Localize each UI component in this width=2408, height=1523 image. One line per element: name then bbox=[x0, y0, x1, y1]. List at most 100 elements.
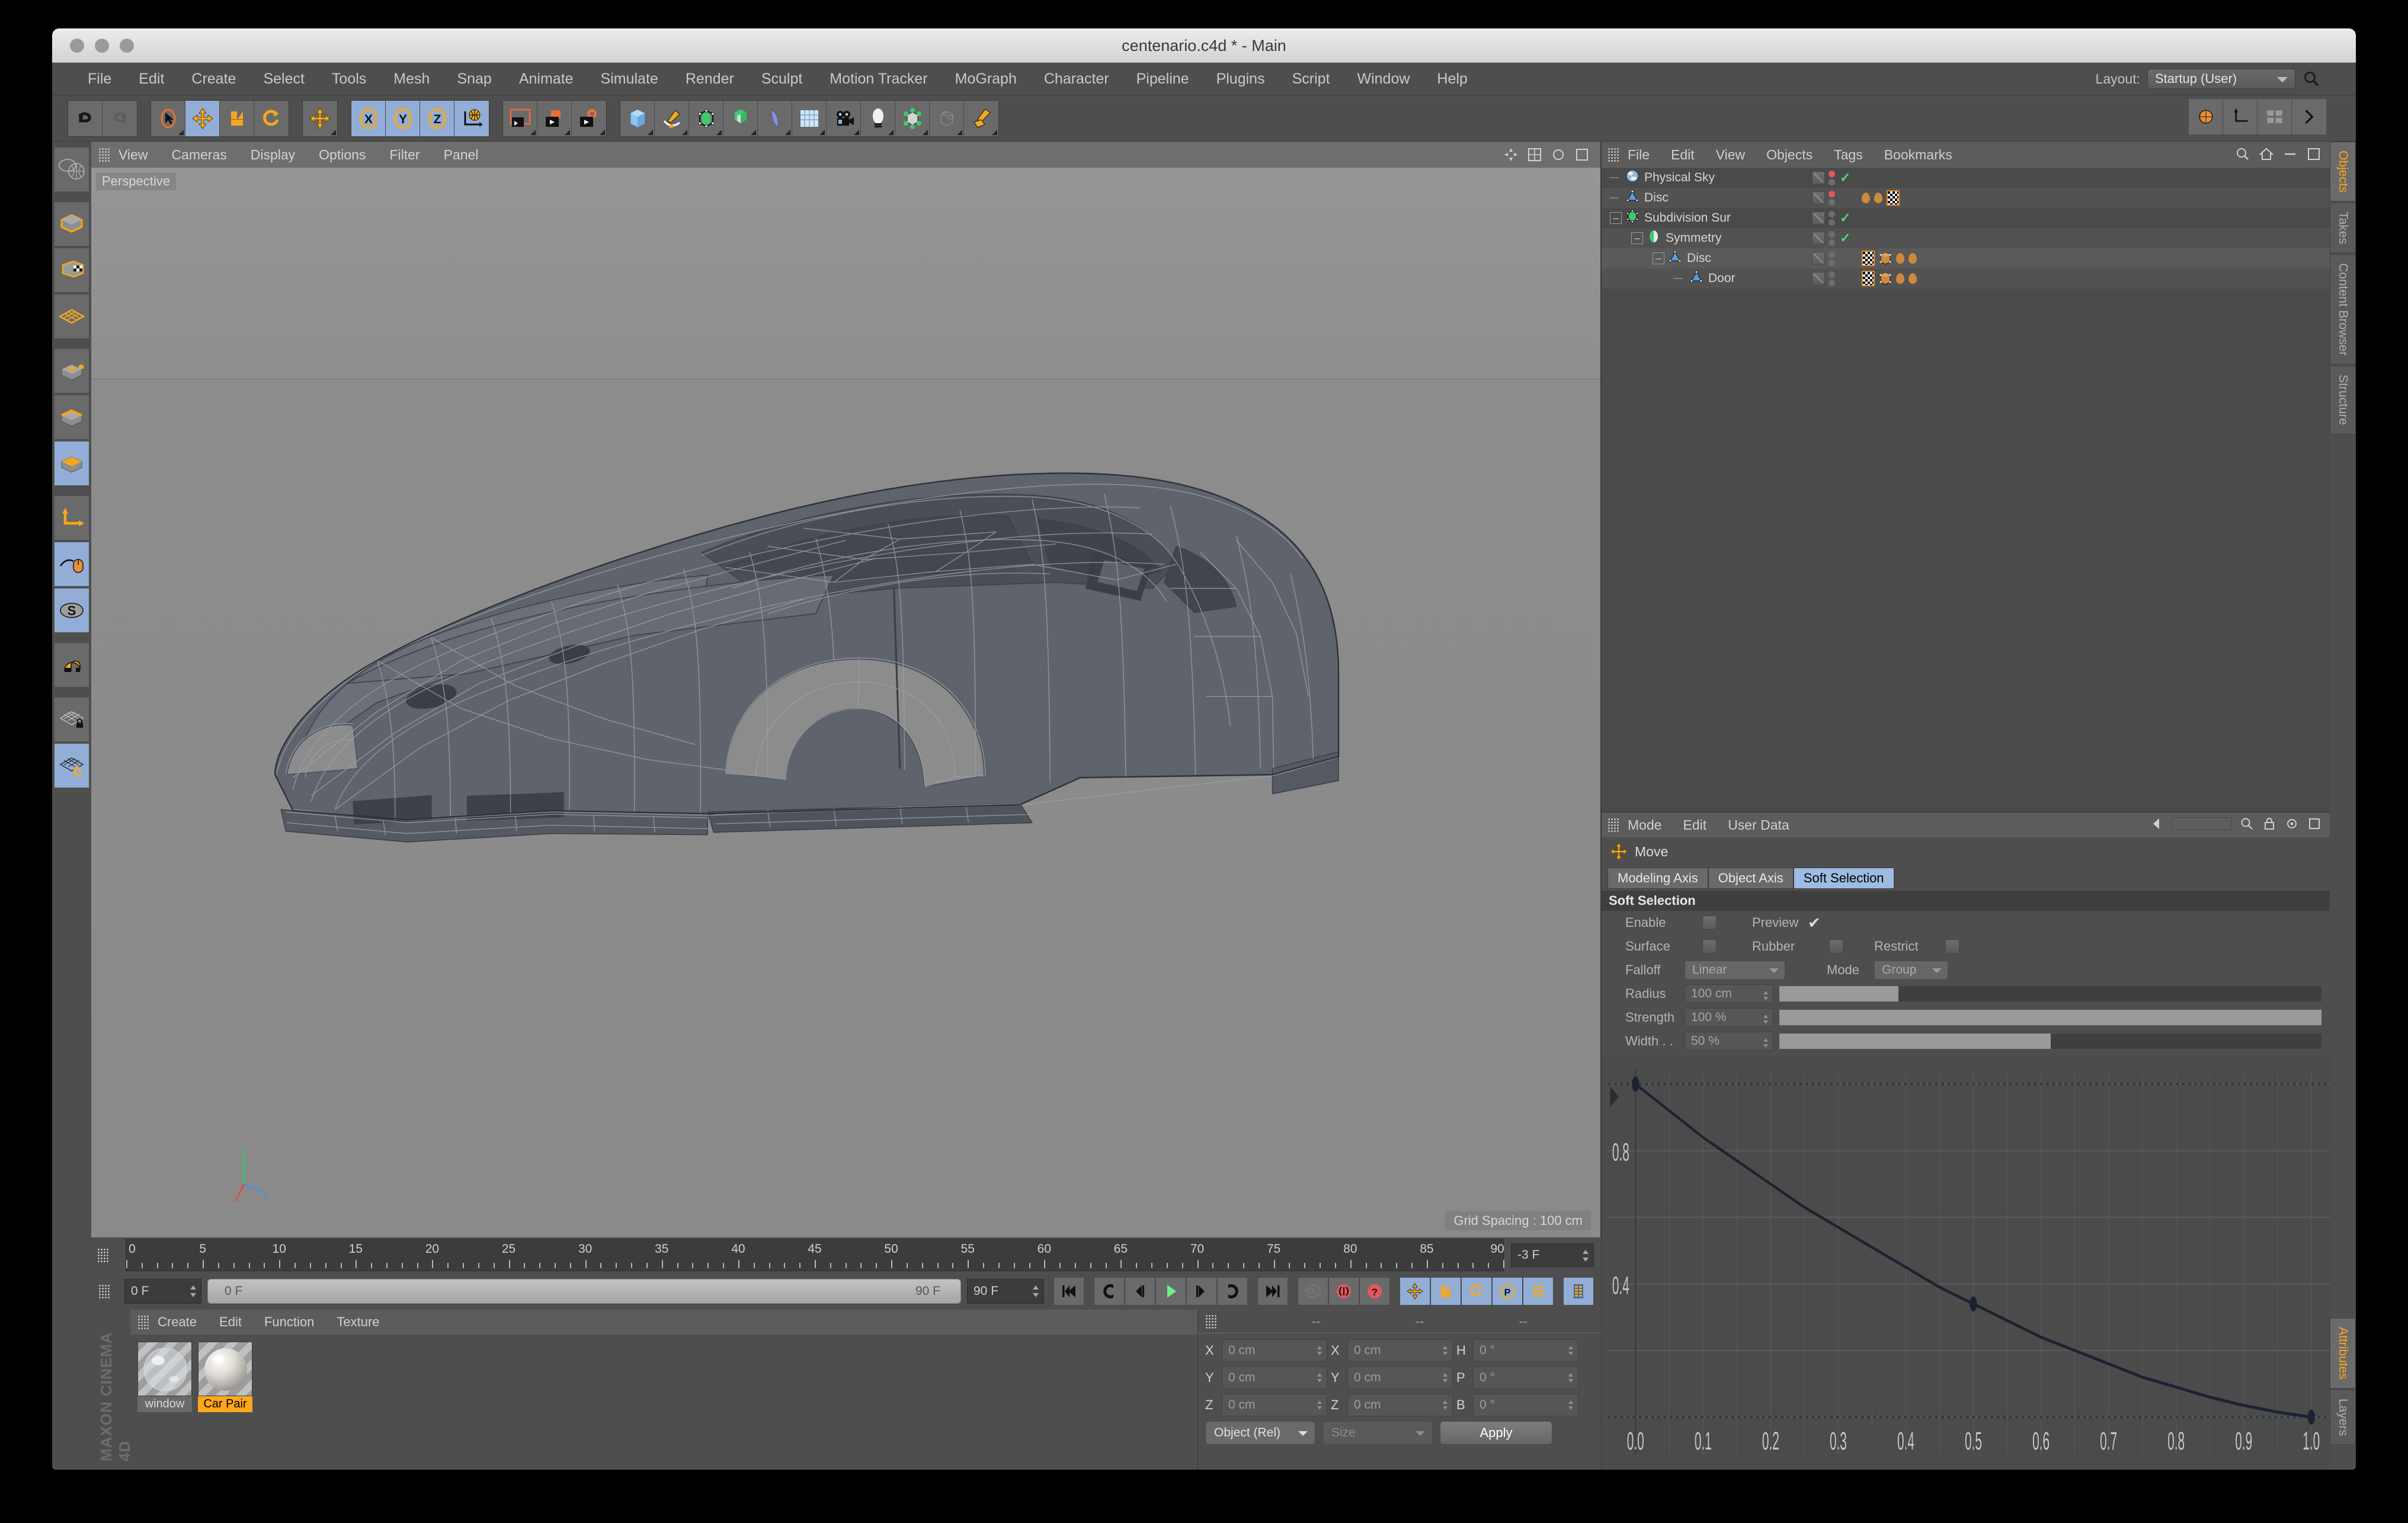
viewport-layout-icon[interactable] bbox=[1527, 147, 1542, 162]
enabled-check-icon[interactable]: ✓ bbox=[1840, 170, 1850, 185]
step-back-button[interactable] bbox=[1125, 1277, 1155, 1306]
strength-field[interactable]: 100 % bbox=[1685, 1008, 1773, 1027]
range-end-field[interactable]: 90 F bbox=[967, 1279, 1044, 1304]
spinner-icon[interactable] bbox=[1762, 1013, 1769, 1025]
render-visibility-dot[interactable] bbox=[1829, 239, 1835, 246]
search-icon[interactable] bbox=[2235, 146, 2250, 162]
am-menu-mode[interactable]: Mode bbox=[1628, 817, 1662, 833]
render-visibility-dot[interactable] bbox=[1829, 178, 1835, 185]
add-joint-button[interactable] bbox=[895, 100, 930, 136]
timeline-ruler[interactable]: 0 5 10 15 20 25 30 35 40 45 50 55 60 65 70 75 80 85 90 bbox=[126, 1239, 1504, 1271]
editor-visibility-dot[interactable] bbox=[1829, 251, 1835, 258]
menu-pipeline[interactable]: Pipeline bbox=[1136, 71, 1189, 88]
object-row[interactable]: ─ Physical Sky ✓ bbox=[1602, 168, 2330, 188]
vtab-takes[interactable]: Takes bbox=[2330, 203, 2356, 254]
spinner-icon[interactable] bbox=[1567, 1399, 1574, 1411]
material-menu-create[interactable]: Create bbox=[158, 1314, 197, 1330]
selection-tag-icon[interactable] bbox=[1862, 193, 1870, 203]
add-spline-button[interactable] bbox=[655, 100, 689, 136]
om-menu-tags[interactable]: Tags bbox=[1834, 147, 1863, 163]
om-menu-file[interactable]: File bbox=[1628, 147, 1650, 163]
render-visibility-dot[interactable] bbox=[1829, 199, 1835, 206]
tab-soft-selection[interactable]: Soft Selection bbox=[1793, 868, 1894, 889]
render-region-button[interactable] bbox=[537, 100, 572, 136]
object-row[interactable]: ─ Door bbox=[1602, 268, 2330, 289]
menu-simulate[interactable]: Simulate bbox=[601, 71, 658, 88]
menu-motion-tracker[interactable]: Motion Tracker bbox=[830, 71, 927, 88]
step-forward-button[interactable] bbox=[1186, 1277, 1217, 1306]
spinner-icon[interactable] bbox=[1567, 1372, 1574, 1384]
preview-checkbox[interactable]: ✔ bbox=[1808, 914, 1821, 932]
tool-rotate-workplane[interactable] bbox=[55, 744, 89, 788]
visibility-dots[interactable] bbox=[1829, 210, 1835, 226]
editor-visibility-dot[interactable] bbox=[1829, 231, 1835, 238]
preview-range-bar[interactable]: 0 F 90 F bbox=[207, 1279, 961, 1304]
autokey-button[interactable] bbox=[1298, 1277, 1328, 1306]
editor-visibility-dot[interactable] bbox=[1829, 271, 1835, 278]
object-manager-shortcut[interactable] bbox=[2189, 99, 2223, 135]
visibility-dots[interactable] bbox=[1829, 251, 1835, 266]
menu-script[interactable]: Script bbox=[1292, 71, 1330, 88]
menu-snap[interactable]: Snap bbox=[457, 71, 491, 88]
key-scale-button[interactable] bbox=[1430, 1277, 1461, 1306]
add-environment-button[interactable] bbox=[792, 100, 827, 136]
tool-soft-selection[interactable]: S bbox=[55, 588, 89, 632]
visibility-toggle[interactable] bbox=[1812, 272, 1825, 285]
layout-select[interactable]: Startup (User) bbox=[2147, 69, 2295, 89]
selection-tag-icon[interactable] bbox=[1909, 273, 1917, 284]
key-rotation-button[interactable] bbox=[1461, 1277, 1492, 1306]
om-menu-objects[interactable]: Objects bbox=[1766, 147, 1813, 163]
object-manager-grip-icon[interactable] bbox=[1608, 148, 1619, 162]
play-forward-button[interactable] bbox=[1217, 1277, 1248, 1306]
menu-edit[interactable]: Edit bbox=[139, 71, 164, 88]
coord-field-rot-h[interactable]: 0 ° bbox=[1473, 1339, 1578, 1362]
vtab-attributes[interactable]: Attributes bbox=[2330, 1318, 2356, 1388]
add-deformer-button[interactable] bbox=[723, 100, 758, 136]
minimize-button[interactable] bbox=[95, 39, 109, 53]
om-menu-view[interactable]: View bbox=[1716, 147, 1745, 163]
material-grip-icon[interactable] bbox=[137, 1315, 149, 1329]
move-tool-button[interactable] bbox=[185, 100, 220, 136]
tool-lock-workplane[interactable] bbox=[55, 697, 89, 741]
visibility-dots[interactable] bbox=[1829, 170, 1835, 185]
texture-tag-icon[interactable] bbox=[1887, 190, 1900, 206]
close-button[interactable] bbox=[70, 39, 84, 53]
go-to-end-button[interactable] bbox=[1257, 1277, 1288, 1306]
record-button[interactable] bbox=[1328, 1277, 1359, 1306]
add-field-button[interactable] bbox=[758, 100, 792, 136]
menu-animate[interactable]: Animate bbox=[519, 71, 574, 88]
render-settings-button[interactable] bbox=[572, 100, 606, 136]
object-row[interactable]: – Symmetry ✓ bbox=[1602, 228, 2330, 248]
menu-file[interactable]: File bbox=[88, 71, 111, 88]
om-menu-bookmarks[interactable]: Bookmarks bbox=[1884, 147, 1952, 163]
go-to-start-button[interactable] bbox=[1054, 1277, 1084, 1306]
add-cube-button[interactable] bbox=[620, 100, 655, 136]
current-frame-field[interactable]: 0 F bbox=[124, 1279, 201, 1304]
visibility-dots[interactable] bbox=[1829, 190, 1835, 206]
transport-grip-icon[interactable] bbox=[98, 1284, 110, 1298]
radius-slider[interactable] bbox=[1779, 986, 2321, 1002]
render-visibility-dot[interactable] bbox=[1829, 259, 1835, 266]
autokey-help-button[interactable]: ? bbox=[1359, 1277, 1390, 1306]
tool-make-editable[interactable] bbox=[55, 148, 89, 191]
coordinates-apply-button[interactable]: Apply bbox=[1440, 1421, 1552, 1445]
add-camera-button[interactable] bbox=[827, 100, 861, 136]
live-selection-button[interactable] bbox=[151, 100, 185, 136]
phong-tag-icon[interactable] bbox=[1879, 271, 1892, 286]
render-visibility-dot[interactable] bbox=[1829, 279, 1835, 286]
falloff-select[interactable]: Linear bbox=[1685, 961, 1785, 980]
render-view-button[interactable] bbox=[503, 100, 537, 136]
spinner-icon[interactable] bbox=[1762, 1037, 1769, 1049]
key-parameter-button[interactable]: P bbox=[1492, 1277, 1523, 1306]
tool-axis-mode[interactable] bbox=[55, 496, 89, 540]
tool-model-mode[interactable] bbox=[55, 202, 89, 246]
add-material-button[interactable] bbox=[964, 100, 998, 136]
vtab-layers[interactable]: Layers bbox=[2330, 1389, 2356, 1445]
object-tree[interactable]: ─ Physical Sky ✓ ─ Disc – Subdivision Sur ✓ – Sym… bbox=[1602, 168, 2330, 811]
viewport-menu-display[interactable]: Display bbox=[251, 147, 295, 163]
material-menu-edit[interactable]: Edit bbox=[219, 1314, 242, 1330]
key-pla-button[interactable] bbox=[1523, 1277, 1554, 1306]
menu-help[interactable]: Help bbox=[1437, 71, 1467, 88]
visibility-dots[interactable] bbox=[1829, 231, 1835, 246]
object-row[interactable]: – Disc bbox=[1602, 248, 2330, 268]
